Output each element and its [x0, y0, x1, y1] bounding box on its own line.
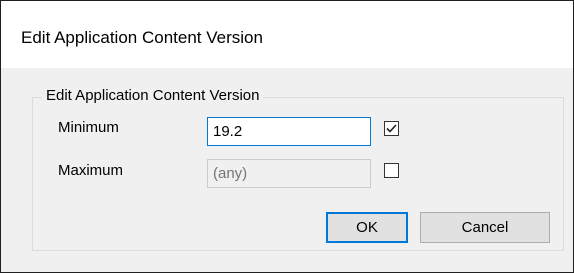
- cancel-button[interactable]: Cancel: [420, 212, 550, 243]
- minimum-label: Minimum: [58, 119, 119, 136]
- edit-version-dialog: Edit Application Content Version Edit Ap…: [0, 0, 574, 273]
- dialog-title: Edit Application Content Version: [21, 28, 263, 47]
- maximum-label: Maximum: [58, 162, 124, 179]
- groupbox-label: Edit Application Content Version: [42, 87, 264, 104]
- minimum-input[interactable]: [207, 117, 371, 146]
- checkmark-icon: [386, 124, 397, 133]
- minimum-checkbox[interactable]: [384, 121, 399, 136]
- dialog-titlebar: Edit Application Content Version: [1, 1, 573, 68]
- maximum-input[interactable]: [207, 159, 371, 188]
- maximum-checkbox[interactable]: [384, 163, 399, 178]
- ok-button[interactable]: OK: [326, 212, 408, 243]
